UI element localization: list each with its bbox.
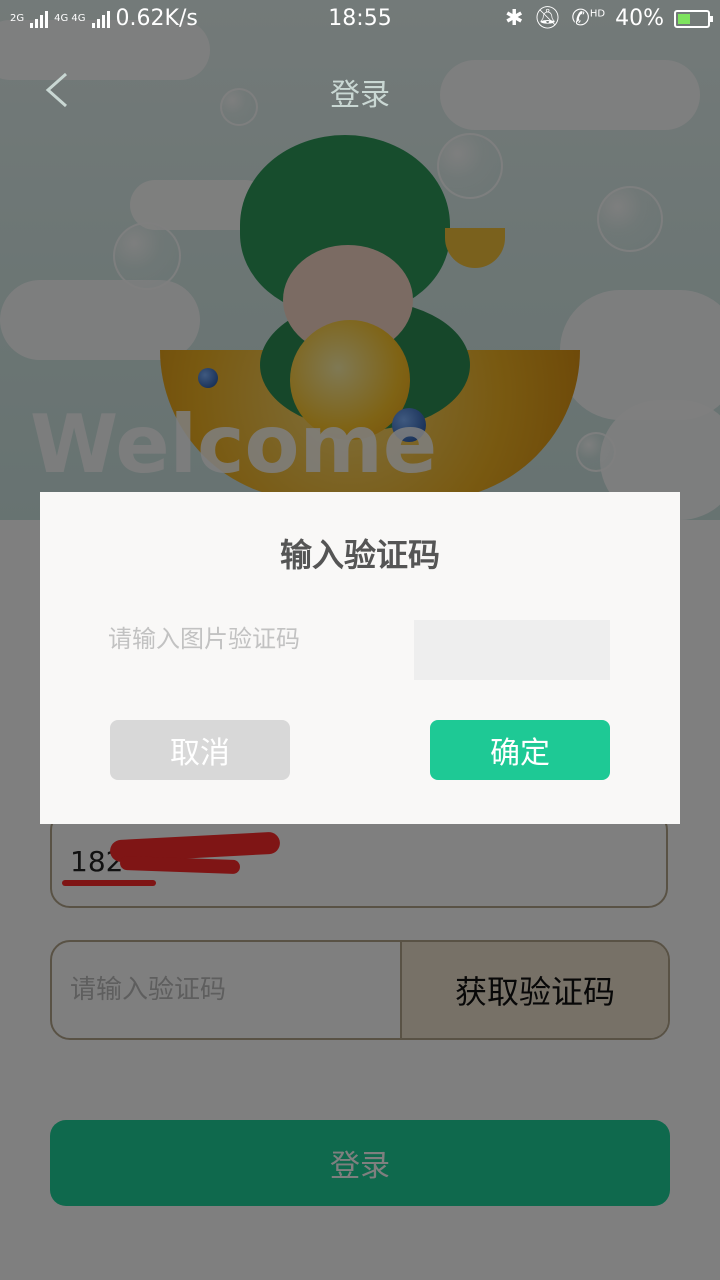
dialog-title: 输入验证码 xyxy=(279,536,440,574)
captcha-dialog: 输入验证码 取消 确定 xyxy=(40,492,680,824)
bluetooth-icon: ✱ xyxy=(505,6,524,31)
battery-percent: 40% xyxy=(615,6,664,31)
status-right: ✱ 🔕︎ ✆HD 40% xyxy=(505,6,713,31)
confirm-button[interactable]: 确定 xyxy=(430,720,610,780)
hd-call-icon: ✆HD xyxy=(571,6,606,31)
battery-icon xyxy=(674,9,713,28)
hd-label: HD xyxy=(589,8,606,20)
page-title: 登录 xyxy=(330,78,390,113)
mute-bell-icon: 🔕︎ xyxy=(533,6,562,31)
image-code-input[interactable] xyxy=(106,618,390,660)
status-bar: 2G 4G 4G 0.62K/s 18:55 ✱ 🔕︎ ✆HD 40% xyxy=(0,0,720,38)
captcha-image[interactable] xyxy=(414,620,610,680)
cancel-button[interactable]: 取消 xyxy=(110,720,290,780)
